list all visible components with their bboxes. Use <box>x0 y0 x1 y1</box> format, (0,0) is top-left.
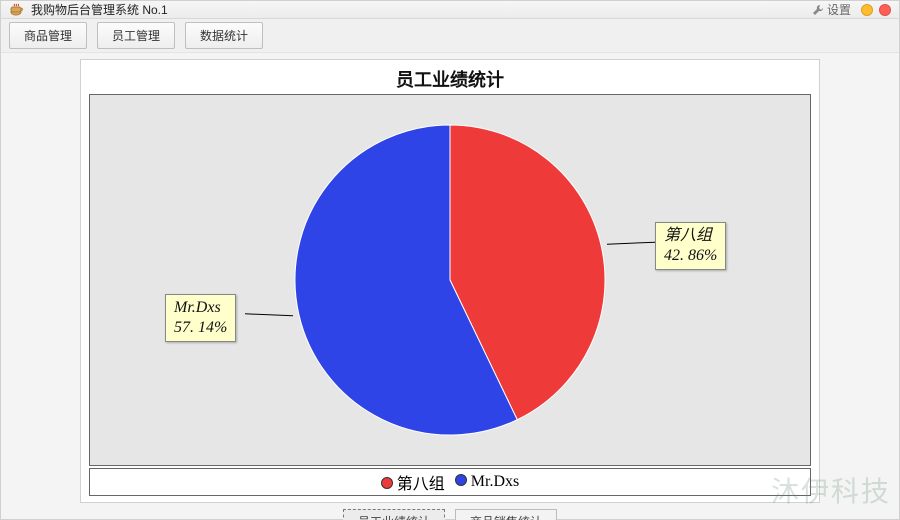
window-title: 我购物后台管理系统 No.1 <box>31 1 168 18</box>
window-minimize-button[interactable] <box>861 4 873 16</box>
legend-label-1: Mr.Dxs <box>471 473 519 490</box>
app-icon <box>9 2 25 18</box>
settings-label: 设置 <box>827 1 851 18</box>
pie-label-0: 第八组 42. 86% <box>655 222 726 270</box>
window-close-button[interactable] <box>879 4 891 16</box>
employees-button[interactable]: 员工管理 <box>97 22 175 49</box>
legend-label-0: 第八组 <box>397 476 445 493</box>
chart-legend: 第八组 Mr.Dxs <box>89 468 811 496</box>
pie-label-1: Mr.Dxs 57. 14% <box>165 294 236 342</box>
legend-swatch-1 <box>455 474 467 486</box>
wrench-icon <box>812 4 824 16</box>
pie-chart <box>290 120 610 440</box>
main-toolbar: 商品管理 员工管理 数据统计 <box>1 19 899 53</box>
settings-button[interactable]: 设置 <box>812 1 851 18</box>
stats-button[interactable]: 数据统计 <box>185 22 263 49</box>
chart-plot-area: 第八组 42. 86% Mr.Dxs 57. 14% <box>89 94 811 466</box>
tab-product-sales[interactable]: 商品销售统计 <box>455 509 557 520</box>
legend-swatch-0 <box>381 477 393 489</box>
tab-employee-performance[interactable]: 员工业绩统计 <box>343 509 445 520</box>
chart-title: 员工业绩统计 <box>81 60 819 94</box>
chart-tabs: 员工业绩统计 商品销售统计 <box>21 503 879 520</box>
chart-panel: 员工业绩统计 第八组 42. 86% Mr.Dxs 57. 14% <box>80 59 820 503</box>
products-button[interactable]: 商品管理 <box>9 22 87 49</box>
